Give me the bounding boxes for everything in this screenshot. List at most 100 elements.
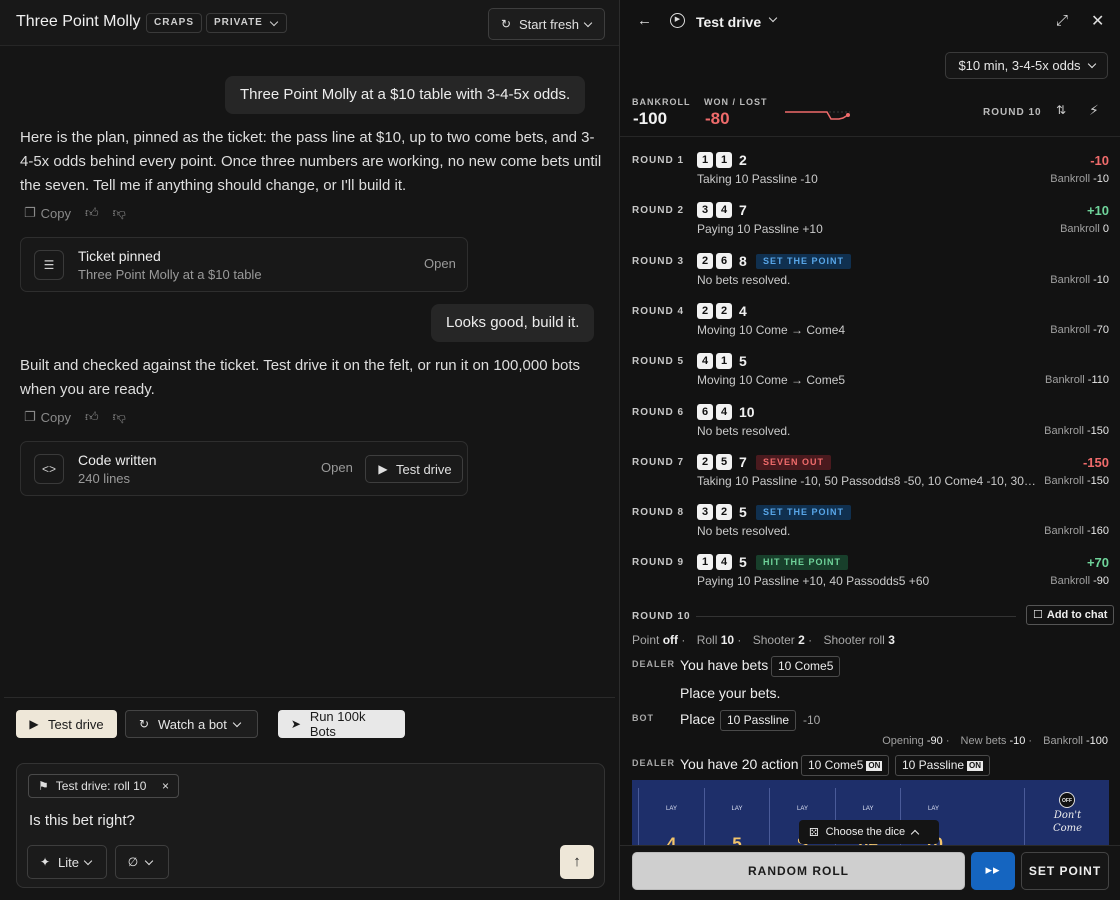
user-message: Looks good, build it. [431,304,595,342]
code-open-link[interactable]: Open [321,460,353,475]
craps-felt[interactable]: LAY4LAY5LAYSLAYneLAY10 OFF Don't Come ⚄C… [632,780,1109,852]
dice-total: 10 [739,403,755,420]
round-row[interactable]: ROUND 9 1 4 5 HIT THE POINT Paying 10 Passlin… [620,545,1120,595]
start-fresh-button[interactable]: ↻ Start fresh [488,8,605,40]
felt-number-box[interactable]: LAY 5 [703,788,769,852]
bankroll-label: Bankroll [1050,323,1091,336]
send-button[interactable]: ↑ [560,845,594,879]
bankroll-value: -100 [633,109,668,128]
sort-icon[interactable]: ⇅ [1056,103,1066,117]
table-select[interactable]: $10 min, 3-4-5x odds [945,52,1108,79]
lightning-icon[interactable]: ⚡︎ [1089,102,1099,119]
bankroll-value: -70 [1093,323,1109,336]
choose-dice-button[interactable]: ⚄ Choose the dice [799,820,939,844]
set-point-button[interactable]: SET POINT [1021,852,1109,890]
round-row[interactable]: ROUND 6 6 4 10 No bets resolved. Bankroll -15… [620,395,1120,445]
round-row[interactable]: ROUND 1 1 1 2 Taking 10 Passline -10 -10 Bankr… [620,143,1120,193]
round-bankroll: Bankroll -10 [1050,274,1109,286]
copy-button[interactable]: ❐ Copy [24,205,71,221]
privacy-dropdown[interactable]: PRIVATE [206,13,287,33]
divider [620,136,1120,137]
bankroll-label: Bankroll [1044,474,1084,487]
round-row[interactable]: ROUND 4 2 2 4 Moving 10 Come → Come4 Bankroll… [620,294,1120,344]
arrow-up-icon: ↑ [573,853,581,870]
thumbs-up-icon[interactable]: 👍︎ [85,409,99,425]
round-description: No bets resolved. [697,272,791,287]
chat-pane: Three Point Molly CRAPS PRIVATE ↻ Start f… [0,0,619,900]
die-face: 3 [697,202,713,219]
lay-label: LAY [666,806,677,812]
back-arrow-icon[interactable]: ← [637,12,652,29]
close-icon[interactable]: × [162,779,169,793]
new-bets-value: -10 [1009,735,1026,747]
round-description: Moving 10 Come → Come4 [697,322,846,337]
round-bankroll: Bankroll -110 [1045,374,1109,386]
lay-label: LAY [862,806,874,812]
result-tag: SEVEN OUT [756,454,832,470]
divider [4,697,615,698]
code-card[interactable]: <> Code written 240 lines Open ▶ Test dri… [20,441,468,496]
code-icon: <> [34,454,64,484]
opening-value: -90 [926,735,943,747]
ticket-open-link[interactable]: Open [424,256,456,271]
dice-total: 7 [739,202,747,219]
result-tag: SET THE POINT [756,505,852,521]
dealer-message: You have 20 action [680,756,799,772]
die-face: 2 [697,302,713,319]
felt-number-box[interactable]: LAY 4 [638,788,703,852]
die-face: 6 [697,403,713,420]
thumbs-down-icon[interactable]: 👎︎ [113,205,126,221]
dealer-label: DEALER [632,758,676,768]
round-row[interactable]: ROUND 5 4 1 5 Moving 10 Come → Come5 Bankroll… [620,344,1120,394]
fast-forward-icon: ▸▸ [985,862,1001,877]
die-face: 2 [697,252,713,269]
copy-button[interactable]: ❐ Copy [24,409,71,425]
ticket-card[interactable]: ☰ Ticket pinned Three Point Molly at a $… [20,237,468,292]
close-panel-icon[interactable]: ✕ [1091,11,1104,31]
round-row[interactable]: ROUND 2 3 4 7 Paying 10 Passline +10 +10 Bankr… [620,193,1120,243]
die-face: 4 [716,403,732,420]
test-drive-panel: ← ▶ Test drive ⤢ ✕ $10 min, 3-4-5x odds … [619,0,1120,900]
bankroll-label: Bankroll [1060,223,1100,236]
opening-label: Opening [882,735,924,747]
round-row[interactable]: ROUND 3 2 6 8 SET THE POINT No bets resolved.… [620,244,1120,294]
bankroll-label: Bankroll [1050,173,1091,185]
card-test-drive-button[interactable]: ▶ Test drive [365,455,463,483]
run-bots-button[interactable]: ➤ Run 100k Bots [278,709,405,739]
chevron-down-icon[interactable] [768,13,778,23]
die-face: 6 [716,252,732,269]
round-label: ROUND 2 [632,205,685,217]
chevron-down-icon [1087,59,1096,69]
notification-toggle[interactable]: ∅ [115,845,169,879]
shooter-roll-value: 3 [888,633,895,647]
dice-total: 5 [739,504,747,521]
test-drive-button[interactable]: ▶ Test drive [16,710,117,738]
model-selector[interactable]: ✦ Lite [27,845,107,879]
die-face: 4 [716,202,732,219]
code-title: Code written [78,452,157,468]
assistant-message: Built and checked against the ticket. Te… [20,357,581,398]
die-face: 1 [697,152,713,168]
on-badge: ON [866,761,883,771]
thumbs-up-icon[interactable]: 👍︎ [85,205,99,221]
rocket-icon: ➤ [290,717,301,731]
point-label: Point [632,633,660,647]
message-input[interactable]: Is this bet right? [29,812,135,829]
user-message: Three Point Molly at a $10 table with 3-… [225,76,586,114]
round-summary: Opening -90 · New bets -10 · Bankroll -1… [882,735,1108,747]
round-row[interactable]: ROUND 7 2 5 7 SEVEN OUT Taking 10 Passline -1… [620,445,1120,495]
random-roll-button[interactable]: RANDOM ROLL [632,852,965,890]
copy-icon: ❐ [24,205,36,220]
lay-label: LAY [928,806,939,812]
round-row[interactable]: ROUND 8 3 2 5 SET THE POINT No bets resolved.… [620,495,1120,545]
fast-forward-button[interactable]: ▸▸ [971,852,1015,890]
expand-icon[interactable]: ⤢ [1056,12,1068,29]
add-to-chat-button[interactable]: ☐ Add to chat [1026,605,1115,625]
thumbs-down-icon[interactable]: 👎︎ [113,409,126,425]
chat-icon: ☐ [1033,609,1043,621]
watch-bot-button[interactable]: ↻ Watch a bot [125,710,258,738]
bet-chip-on: 10 Come5 ON [801,755,890,776]
dice-total: 7 [739,453,747,470]
dont-come-area[interactable]: OFF Don't Come [1024,788,1109,852]
chevron-down-icon [583,18,593,27]
